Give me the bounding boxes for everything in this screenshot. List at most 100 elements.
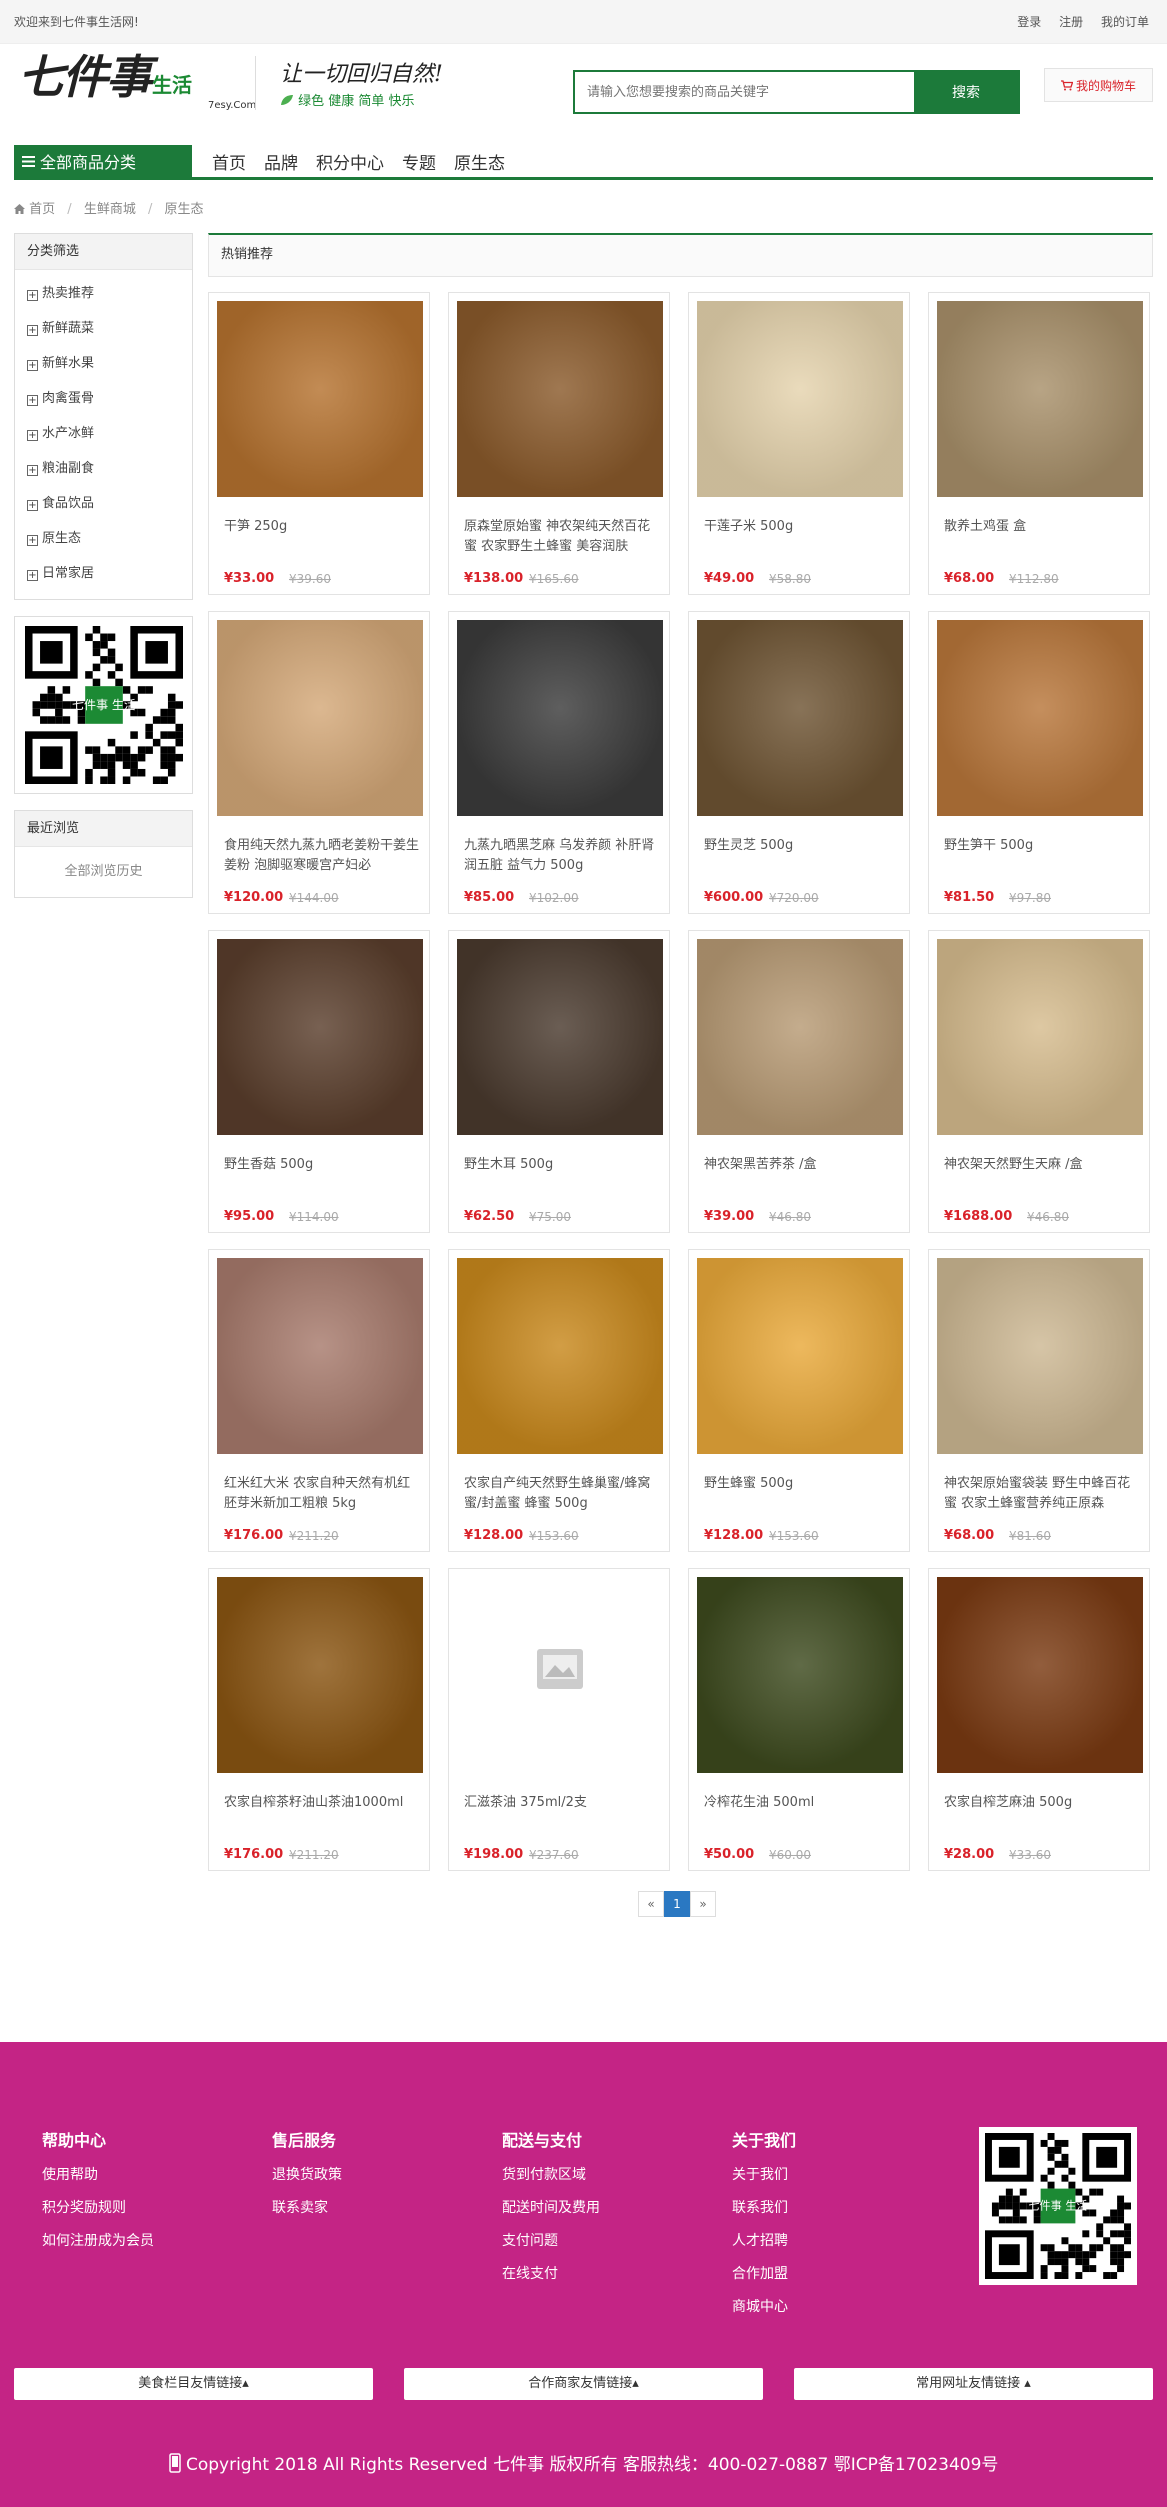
pager-next[interactable]: » [690, 1891, 716, 1917]
product-name[interactable]: 红米红大米 农家自种天然有机红胚芽米新加工粗粮 5kg [224, 1474, 419, 1514]
product-card[interactable]: 汇滋茶油 375ml/2支 ¥198.00 ¥237.60 [448, 1568, 670, 1871]
product-image[interactable] [937, 939, 1143, 1135]
category-item[interactable]: + 原生态 [27, 521, 192, 556]
footer-link[interactable]: 退换货政策 [272, 2165, 342, 2198]
product-image[interactable] [937, 301, 1143, 497]
product-name[interactable]: 野生香菇 500g [224, 1155, 419, 1195]
category-item[interactable]: + 热卖推荐 [27, 276, 192, 311]
product-card[interactable]: 神农架原始蜜袋装 野生中蜂百花蜜 农家土蜂蜜营养纯正原森 ¥68.00 ¥81.60 [928, 1249, 1150, 1552]
product-card[interactable]: 农家自榨芝麻油 500g ¥28.00 ¥33.60 [928, 1568, 1150, 1871]
login-link[interactable]: 登录 [1017, 15, 1041, 29]
product-card[interactable]: 农家自榨茶籽油山茶油1000ml ¥176.00 ¥211.20 [208, 1568, 430, 1871]
product-name[interactable]: 神农架天然野生天麻 /盒 [944, 1155, 1139, 1195]
register-link[interactable]: 注册 [1059, 15, 1083, 29]
product-card[interactable]: 九蒸九晒黑芝麻 乌发养颜 补肝肾 润五脏 益气力 500g ¥85.00 ¥102.… [448, 611, 670, 914]
product-name[interactable]: 干莲子米 500g [704, 517, 899, 557]
footer-link[interactable]: 关于我们 [732, 2165, 796, 2198]
product-name[interactable]: 农家自产纯天然野生蜂巢蜜/蜂窝蜜/封盖蜜 蜂蜜 500g [464, 1474, 659, 1514]
category-item[interactable]: + 粮油副食 [27, 451, 192, 486]
footer-link[interactable]: 使用帮助 [42, 2165, 154, 2198]
product-card[interactable]: 冷榨花生油 500ml ¥50.00 ¥60.00 [688, 1568, 910, 1871]
all-categories-button[interactable]: 全部商品分类 [14, 145, 192, 177]
product-image[interactable] [217, 939, 423, 1135]
footer-link[interactable]: 支付问题 [502, 2231, 600, 2264]
product-name[interactable]: 神农架原始蜜袋装 野生中蜂百花蜜 农家土蜂蜜营养纯正原森 [944, 1474, 1139, 1514]
footer-link[interactable]: 配送时间及费用 [502, 2198, 600, 2231]
product-name[interactable]: 农家自榨茶籽油山茶油1000ml [224, 1793, 419, 1833]
footer-link[interactable]: 积分奖励规则 [42, 2198, 154, 2231]
site-logo[interactable]: 七件事 生活 7esy.Com [18, 54, 256, 111]
product-card[interactable]: 神农架天然野生天麻 /盒 ¥1688.00 ¥46.80 [928, 930, 1150, 1233]
food-links-button[interactable]: 美食栏目友情链接▴ [14, 2368, 373, 2400]
product-name[interactable]: 食用纯天然九蒸九晒老姜粉干姜生姜粉 泡脚驱寒暖宫产妇必 [224, 836, 419, 876]
category-item[interactable]: + 新鲜水果 [27, 346, 192, 381]
product-name[interactable]: 野生灵芝 500g [704, 836, 899, 876]
category-item[interactable]: + 水产冰鲜 [27, 416, 192, 451]
category-item[interactable]: + 日常家居 [27, 556, 192, 591]
product-image[interactable] [697, 1577, 903, 1773]
product-image[interactable] [697, 301, 903, 497]
nav-item-topics[interactable]: 专题 [402, 149, 436, 174]
cart-button[interactable]: 我的购物车 [1044, 68, 1153, 102]
product-image[interactable] [697, 939, 903, 1135]
common-links-button[interactable]: 常用网址友情链接 ▴ [794, 2368, 1153, 2400]
product-name[interactable]: 野生木耳 500g [464, 1155, 659, 1195]
footer-link[interactable]: 货到付款区域 [502, 2165, 600, 2198]
footer-link[interactable]: 人才招聘 [732, 2231, 796, 2264]
nav-item-points[interactable]: 积分中心 [316, 149, 384, 174]
partner-links-button[interactable]: 合作商家友情链接▴ [404, 2368, 763, 2400]
category-item[interactable]: + 食品饮品 [27, 486, 192, 521]
product-card[interactable]: 野生灵芝 500g ¥600.00 ¥720.00 [688, 611, 910, 914]
pager-prev[interactable]: « [638, 1891, 664, 1917]
product-card[interactable]: 农家自产纯天然野生蜂巢蜜/蜂窝蜜/封盖蜜 蜂蜜 500g ¥128.00 ¥153.… [448, 1249, 670, 1552]
product-image[interactable] [697, 620, 903, 816]
category-item[interactable]: + 肉禽蛋骨 [27, 381, 192, 416]
nav-item-home[interactable]: 首页 [212, 149, 246, 174]
search-input[interactable] [575, 72, 914, 112]
footer-link[interactable]: 在线支付 [502, 2264, 600, 2297]
product-name[interactable]: 农家自榨芝麻油 500g [944, 1793, 1139, 1833]
product-card[interactable]: 散养土鸡蛋 盒 ¥68.00 ¥112.80 [928, 292, 1150, 595]
product-image[interactable] [457, 620, 663, 816]
product-name[interactable]: 汇滋茶油 375ml/2支 [464, 1793, 659, 1833]
footer-link[interactable]: 商城中心 [732, 2297, 796, 2330]
product-card[interactable]: 红米红大米 农家自种天然有机红胚芽米新加工粗粮 5kg ¥176.00 ¥211.2… [208, 1249, 430, 1552]
product-image[interactable] [457, 1577, 663, 1773]
product-card[interactable]: 干笋 250g ¥33.00 ¥39.60 [208, 292, 430, 595]
product-name[interactable]: 散养土鸡蛋 盒 [944, 517, 1139, 557]
product-name[interactable]: 冷榨花生油 500ml [704, 1793, 899, 1833]
product-card[interactable]: 野生蜂蜜 500g ¥128.00 ¥153.60 [688, 1249, 910, 1552]
product-card[interactable]: 野生香菇 500g ¥95.00 ¥114.00 [208, 930, 430, 1233]
category-item[interactable]: + 新鲜蔬菜 [27, 311, 192, 346]
product-card[interactable]: 野生木耳 500g ¥62.50 ¥75.00 [448, 930, 670, 1233]
product-name[interactable]: 神农架黑苦荞茶 /盒 [704, 1155, 899, 1195]
product-card[interactable]: 神农架黑苦荞茶 /盒 ¥39.00 ¥46.80 [688, 930, 910, 1233]
nav-item-brand[interactable]: 品牌 [264, 149, 298, 174]
breadcrumb-mall[interactable]: 生鲜商城 [84, 202, 136, 217]
footer-link[interactable]: 合作加盟 [732, 2264, 796, 2297]
nav-item-natural[interactable]: 原生态 [454, 149, 505, 174]
product-image[interactable] [217, 620, 423, 816]
product-name[interactable]: 干笋 250g [224, 517, 419, 557]
product-image[interactable] [457, 939, 663, 1135]
breadcrumb-home[interactable]: 首页 [29, 202, 55, 217]
product-image[interactable] [217, 1258, 423, 1454]
product-image[interactable] [217, 301, 423, 497]
pager-page-current[interactable]: 1 [664, 1891, 690, 1917]
product-image[interactable] [937, 1258, 1143, 1454]
recent-views-all-link[interactable]: 全部浏览历史 [15, 847, 192, 897]
my-orders-link[interactable]: 我的订单 [1101, 15, 1149, 29]
footer-link[interactable]: 联系我们 [732, 2198, 796, 2231]
product-image[interactable] [937, 1577, 1143, 1773]
product-image[interactable] [217, 1577, 423, 1773]
footer-link[interactable]: 联系卖家 [272, 2198, 342, 2231]
product-image[interactable] [457, 301, 663, 497]
product-name[interactable]: 野生笋干 500g [944, 836, 1139, 876]
product-image[interactable] [457, 1258, 663, 1454]
product-card[interactable]: 野生笋干 500g ¥81.50 ¥97.80 [928, 611, 1150, 914]
product-card[interactable]: 原森堂原始蜜 神农架纯天然百花蜜 农家野生土蜂蜜 美容润肤 ¥138.00 ¥165… [448, 292, 670, 595]
product-image[interactable] [937, 620, 1143, 816]
product-name[interactable]: 九蒸九晒黑芝麻 乌发养颜 补肝肾 润五脏 益气力 500g [464, 836, 659, 876]
product-card[interactable]: 食用纯天然九蒸九晒老姜粉干姜生姜粉 泡脚驱寒暖宫产妇必 ¥120.00 ¥144.0… [208, 611, 430, 914]
product-name[interactable]: 野生蜂蜜 500g [704, 1474, 899, 1514]
